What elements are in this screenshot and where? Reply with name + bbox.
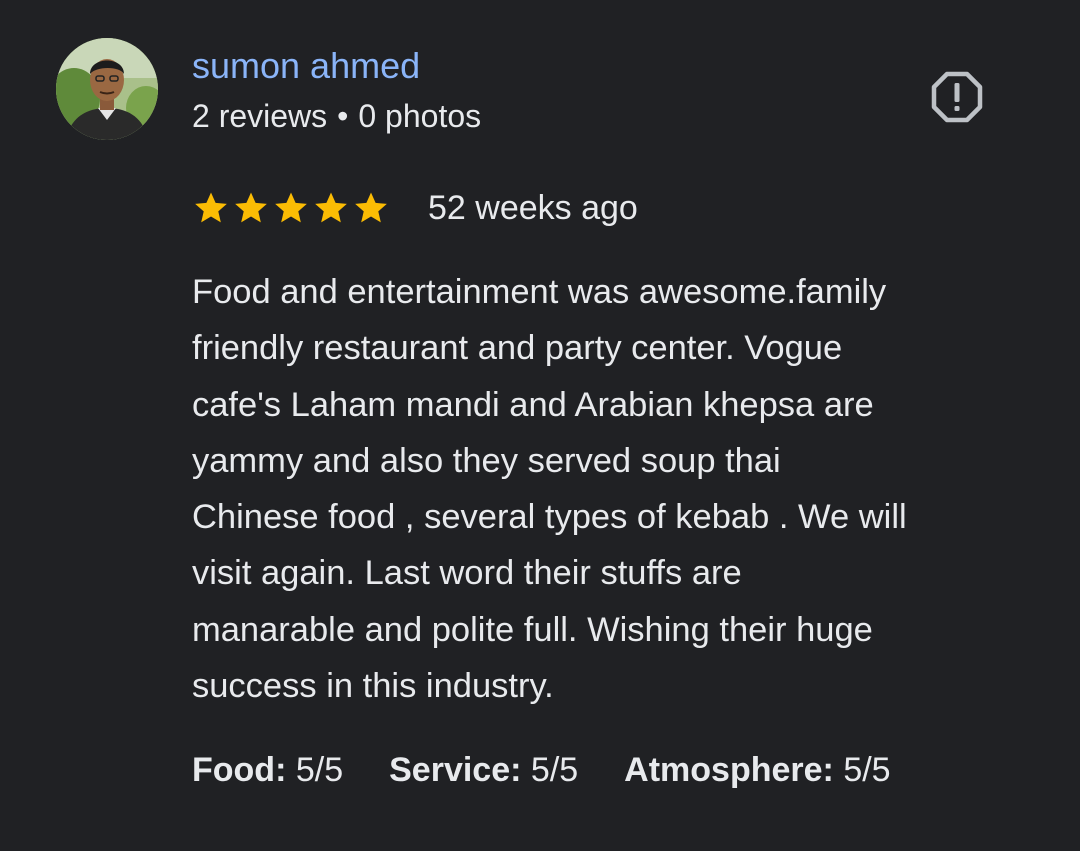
review-text-line: visit again. Last word their stuffs are	[192, 554, 742, 593]
atmosphere-rating-value: 5/5	[843, 751, 891, 789]
review-card: sumon ahmed 2 reviews • 0 photos 52 weeks …	[0, 0, 1080, 851]
author-stats: 2 reviews • 0 photos	[192, 96, 481, 136]
review-attributes: Food: 5/5 Service: 5/5 Atmosphere: 5/5	[192, 746, 891, 794]
author-avatar[interactable]	[56, 38, 158, 140]
avatar-photo	[56, 38, 158, 140]
star-icon	[315, 192, 347, 223]
atmosphere-rating-label: Atmosphere:	[624, 751, 834, 789]
review-time: 52 weeks ago	[428, 189, 638, 227]
photo-count: 0 photos	[358, 98, 482, 134]
service-rating-label: Service:	[389, 751, 522, 789]
review-count: 2 reviews	[192, 98, 328, 134]
rating-row: 52 weeks ago	[192, 186, 638, 230]
service-rating: Service: 5/5	[389, 746, 578, 794]
star-rating	[192, 189, 390, 227]
review-text-line: yammy and also they served soup thai	[192, 441, 781, 480]
review-text-line: friendly restaurant and party center. Vo…	[192, 329, 843, 368]
star-icon	[195, 192, 227, 223]
atmosphere-rating: Atmosphere: 5/5	[624, 746, 890, 794]
report-flag-icon	[931, 71, 983, 123]
food-rating: Food: 5/5	[192, 746, 343, 794]
author-name[interactable]: sumon ahmed	[192, 44, 420, 88]
star-icon	[355, 192, 387, 223]
review-text: Food and entertainment was awesome.famil…	[192, 264, 1032, 714]
review-text-line: Chinese food , several types of kebab . …	[192, 498, 907, 537]
review-text-line: manarable and polite full. Wishing their…	[192, 610, 873, 649]
service-rating-value: 5/5	[530, 751, 579, 789]
review-text-line: success in this industry.	[192, 667, 554, 706]
star-icon	[235, 192, 267, 223]
meta-separator: •	[337, 98, 349, 134]
star-icon	[275, 192, 307, 223]
review-text-line: cafe's Laham mandi and Arabian khepsa ar…	[192, 385, 874, 424]
food-rating-value: 5/5	[295, 751, 344, 789]
food-rating-label: Food:	[192, 751, 287, 789]
report-review-button[interactable]	[928, 68, 986, 126]
review-text-line: Food and entertainment was awesome.famil…	[192, 273, 887, 311]
